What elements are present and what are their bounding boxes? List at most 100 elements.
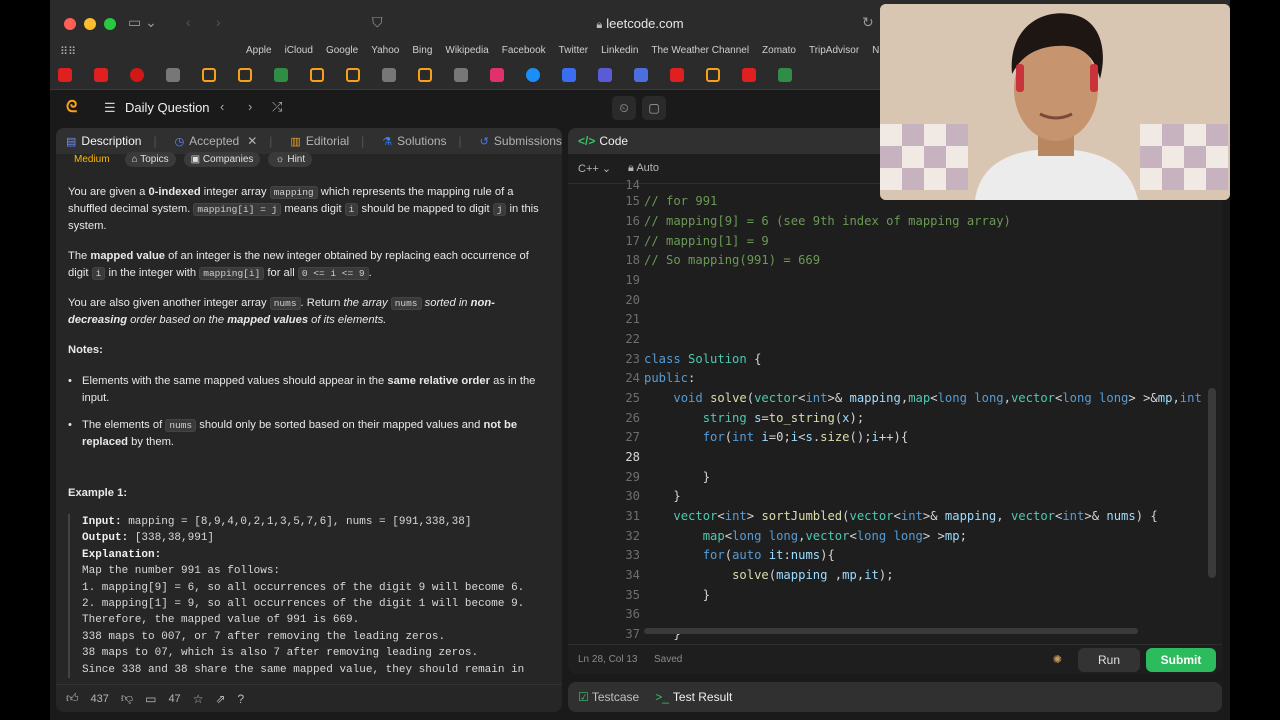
bookmark-apple[interactable]: Apple <box>246 45 272 56</box>
bookmark-linkedin[interactable]: Linkedin <box>601 45 638 56</box>
leetcode-logo-icon[interactable]: ᘓ <box>66 99 77 117</box>
address-bar[interactable]: 🔒︎ leetcode.com <box>400 12 880 36</box>
likes-count: 437 <box>90 692 109 705</box>
heart-tab-icon[interactable] <box>598 68 612 82</box>
line-number: 21 <box>625 312 640 326</box>
leetcode-tab-icon[interactable] <box>418 68 432 82</box>
tab-accepted[interactable]: ◷ Accepted ✕ | <box>175 134 273 148</box>
lock-icon: 🔒︎ <box>596 19 603 31</box>
bookmark-tripadvisor[interactable]: TripAdvisor <box>809 45 859 56</box>
back-icon[interactable]: ‹ <box>186 14 191 30</box>
line-number: 16 <box>625 214 640 228</box>
code-line: vector<int> sortJumbled(vector<int>& map… <box>673 509 1158 523</box>
bookmark-icloud[interactable]: iCloud <box>285 45 313 56</box>
prev-question-icon[interactable]: ‹ <box>220 99 224 114</box>
autocomplete-toggle[interactable]: 🔒︎ Auto <box>628 162 659 175</box>
bookmark-facebook[interactable]: Facebook <box>502 45 546 56</box>
tab-description[interactable]: ▤ Description | <box>66 134 157 148</box>
fullscreen-window-button[interactable] <box>104 18 116 30</box>
share-icon[interactable]: ⇗ <box>215 692 225 706</box>
horizontal-scrollbar[interactable] <box>644 628 1138 634</box>
problem-list-title[interactable]: Daily Question <box>125 100 210 115</box>
tab-testcase[interactable]: ☑ Testcase <box>578 690 639 704</box>
example-block: Input: mapping = [8,9,4,0,2,1,3,5,7,6], … <box>68 514 546 679</box>
apps-grid-icon[interactable]: ⠿⠿ <box>60 45 76 58</box>
hint-chip[interactable]: ☼ Hint <box>268 152 313 167</box>
note-item: • The elements of nums should only be sor… <box>68 419 518 448</box>
bookmark-yahoo[interactable]: Yahoo <box>371 45 399 56</box>
list-icon[interactable]: ☰ <box>104 100 116 116</box>
youtube-tab-icon[interactable] <box>670 68 684 82</box>
example-output-value: [338,38,991] <box>128 532 215 545</box>
thumbs-down-icon[interactable]: 👎︎ <box>121 691 133 706</box>
line-number: 25 <box>625 391 640 405</box>
chrome-tab-icon[interactable] <box>526 68 540 82</box>
tab-submissions[interactable]: ↺ Submissions <box>480 134 562 148</box>
description-paragraph-3: You are also given another integer array… <box>68 297 495 326</box>
youtube-tab-icon[interactable] <box>742 68 756 82</box>
gfg-tab-icon[interactable] <box>274 68 288 82</box>
tab-test-result[interactable]: >_ Test Result <box>655 690 732 704</box>
difficulty-badge: Medium <box>74 154 110 165</box>
line-number: 18 <box>625 253 640 267</box>
bookmark-weather[interactable]: The Weather Channel <box>651 45 749 56</box>
tuf-tab-icon[interactable] <box>130 68 144 82</box>
example-line: 2. mapping[1] = 9, so all occurrences of… <box>82 598 525 611</box>
bookmark-zomato[interactable]: Zomato <box>762 45 796 56</box>
shuffle-icon[interactable]: ⤮ <box>272 99 282 115</box>
line-number: 30 <box>625 489 640 503</box>
language-label: C++ <box>578 163 599 175</box>
tab-code[interactable]: </> Code <box>578 134 628 148</box>
code-line: } <box>644 470 711 484</box>
comment-icon[interactable]: ▭ <box>145 692 156 706</box>
code-line: for(int i=0;i<s.size();i++){ <box>702 430 909 444</box>
youtube-tab-icon[interactable] <box>94 68 108 82</box>
instagram-tab-icon[interactable] <box>490 68 504 82</box>
line-number: 27 <box>625 430 640 444</box>
submit-button[interactable]: Submit <box>1146 648 1216 672</box>
debug-icon[interactable]: ✺ <box>1053 653 1062 666</box>
bookmark-twitter[interactable]: Twitter <box>559 45 588 56</box>
bookmark-google[interactable]: Google <box>326 45 358 56</box>
star-icon[interactable]: ☆ <box>193 692 204 706</box>
reload-icon[interactable]: ↻ <box>862 14 874 31</box>
tab-code-label: Code <box>599 134 629 148</box>
youtube-tab-icon[interactable] <box>58 68 72 82</box>
t-tab-icon[interactable] <box>454 68 468 82</box>
line-number: 19 <box>625 273 640 287</box>
language-select[interactable]: C++ ⌄ <box>578 162 611 175</box>
leetcode-tab-icon[interactable] <box>238 68 252 82</box>
close-window-button[interactable] <box>64 18 76 30</box>
vertical-scrollbar[interactable] <box>1208 388 1216 578</box>
leetcode-tab-icon[interactable] <box>202 68 216 82</box>
topics-chip[interactable]: ⌂ Topics <box>124 152 176 167</box>
next-question-icon[interactable]: › <box>248 99 252 114</box>
sidebar-icon[interactable]: ▭ ⌄ <box>128 14 157 31</box>
code-editor[interactable]: 14 15 // for 991 16 // mapping[9] = 6 (s… <box>568 178 1222 641</box>
companies-chip[interactable]: ▣ Companies <box>183 152 261 167</box>
tab-editorial[interactable]: ▥ Editorial | <box>290 134 364 148</box>
gfg-tab-icon[interactable] <box>778 68 792 82</box>
line-number: 35 <box>625 588 640 602</box>
heart-tab-icon[interactable] <box>562 68 576 82</box>
tab-solutions[interactable]: ⚗ Solutions | <box>382 134 461 148</box>
forward-icon[interactable]: › <box>216 14 221 30</box>
timer-icon[interactable]: ⏲ <box>612 96 636 120</box>
bookmark-bing[interactable]: Bing <box>412 45 432 56</box>
close-tab-icon[interactable]: ✕ <box>247 134 257 148</box>
bookmark-wikipedia[interactable]: Wikipedia <box>445 45 488 56</box>
thumbs-up-icon[interactable]: 👍︎ <box>66 691 79 706</box>
leetcode-tab-icon[interactable] <box>706 68 720 82</box>
privacy-shield-icon[interactable]: ⛉ <box>372 14 383 31</box>
leetcode-tab-icon[interactable] <box>346 68 360 82</box>
help-icon[interactable]: ? <box>238 692 245 706</box>
t-tab-icon[interactable] <box>382 68 396 82</box>
webcam-image <box>880 4 1230 200</box>
t-tab-icon[interactable] <box>166 68 180 82</box>
notes-icon[interactable]: ▢ <box>642 96 666 120</box>
run-button[interactable]: Run <box>1078 648 1140 672</box>
line-number: 34 <box>625 568 640 582</box>
minimize-window-button[interactable] <box>84 18 96 30</box>
app-tab-icon[interactable] <box>634 68 648 82</box>
leetcode-tab-icon[interactable] <box>310 68 324 82</box>
